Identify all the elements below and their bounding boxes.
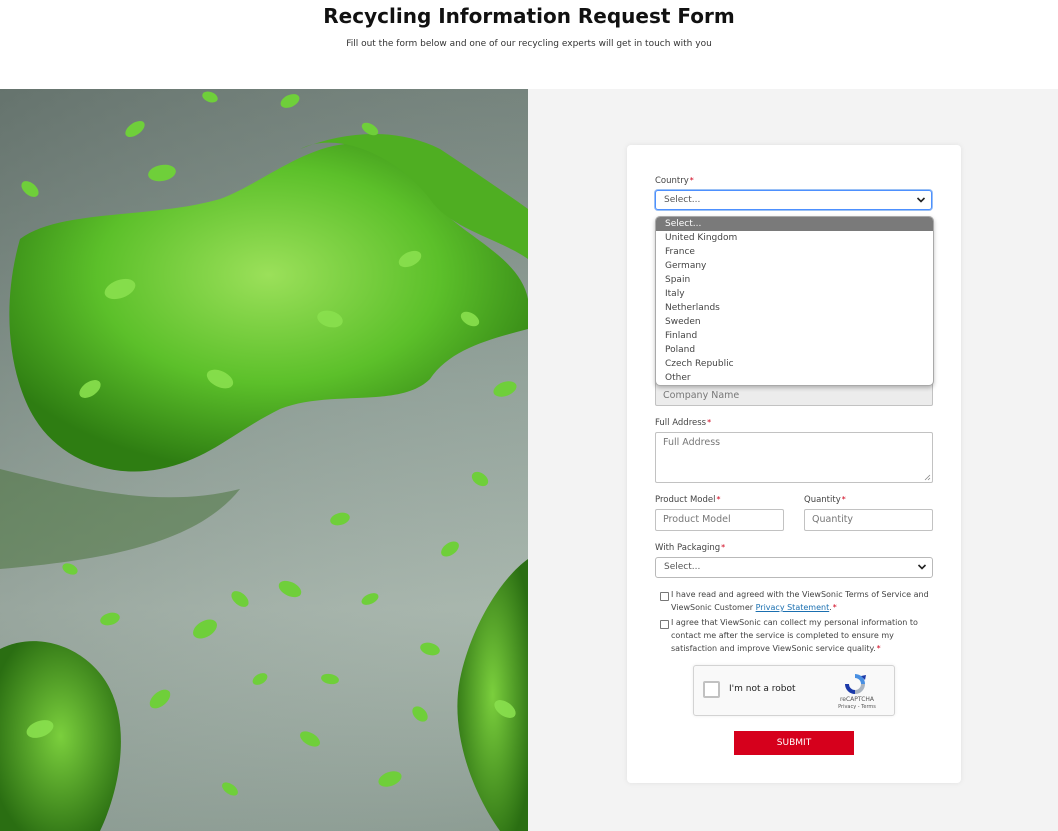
terms-text: I have read and agreed with the ViewSoni… [671, 590, 929, 612]
quantity-field[interactable]: Quantity [804, 509, 933, 531]
page-title: Recycling Information Request Form [323, 4, 735, 28]
recaptcha-label: I'm not a robot [729, 684, 796, 694]
country-option[interactable]: United Kingdom [656, 231, 933, 245]
country-option[interactable]: Italy [656, 287, 933, 301]
leaves-illustration [0, 89, 528, 831]
country-select[interactable]: Select... [655, 190, 932, 210]
privacy-statement-link[interactable]: Privacy Statement [756, 603, 830, 612]
country-option[interactable]: Germany [656, 259, 933, 273]
submit-button[interactable]: SUBMIT [734, 731, 854, 755]
full-address-label: Full Address* [655, 418, 712, 428]
country-dropdown-list[interactable]: Select... United Kingdom France Germany … [655, 216, 934, 386]
country-option[interactable]: Spain [656, 273, 933, 287]
with-packaging-select[interactable]: Select... [655, 557, 933, 578]
chevron-down-icon [916, 197, 926, 203]
country-label: Country* [655, 176, 694, 186]
country-option[interactable]: Czech Republic [656, 357, 933, 371]
country-option[interactable]: Netherlands [656, 301, 933, 315]
terms-checkbox[interactable] [660, 592, 669, 601]
full-address-textarea[interactable]: Full Address [655, 432, 933, 483]
recaptcha-logo-icon [845, 674, 866, 694]
recaptcha-widget: I'm not a robot reCAPTCHA Privacy - Term… [693, 665, 895, 716]
country-option[interactable]: Finland [656, 329, 933, 343]
country-option[interactable]: Select... [656, 217, 933, 231]
recaptcha-checkbox[interactable] [703, 681, 720, 698]
country-option[interactable]: Other [656, 371, 933, 385]
quantity-label: Quantity* [804, 495, 846, 505]
page-header: Recycling Information Request Form Fill … [0, 0, 1058, 89]
recaptcha-terms-link[interactable]: Privacy - Terms [824, 704, 890, 710]
country-option[interactable]: Poland [656, 343, 933, 357]
recaptcha-brand: reCAPTCHA [839, 696, 875, 703]
chevron-down-icon [917, 564, 927, 570]
product-model-label: Product Model* [655, 495, 721, 505]
consent-checkbox[interactable] [660, 620, 669, 629]
page-subtitle: Fill out the form below and one of our r… [346, 39, 712, 49]
resize-handle-icon[interactable] [924, 474, 931, 481]
product-model-field[interactable]: Product Model [655, 509, 784, 531]
recycling-leaves-image [0, 89, 528, 831]
with-packaging-label: With Packaging* [655, 543, 726, 553]
country-option[interactable]: France [656, 245, 933, 259]
country-option[interactable]: Sweden [656, 315, 933, 329]
consent-text: I agree that ViewSonic can collect my pe… [671, 618, 918, 653]
